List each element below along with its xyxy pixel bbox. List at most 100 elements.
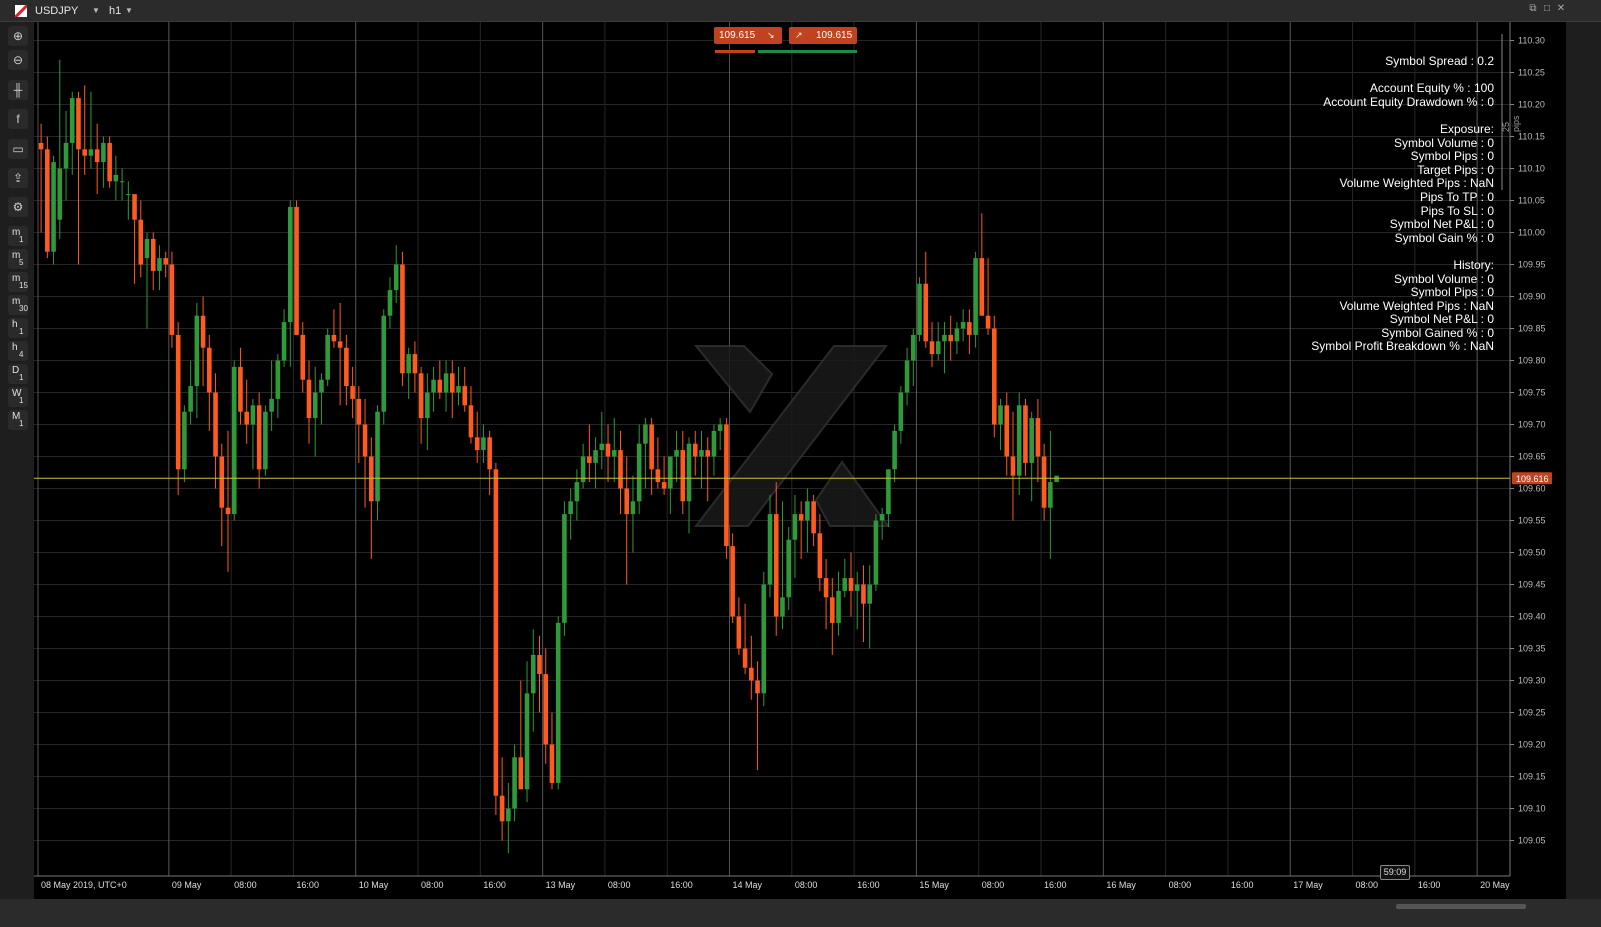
x-tick-label: 15 May	[919, 880, 949, 890]
symbol-dropdown-icon[interactable]: ▼	[92, 0, 100, 22]
stats-line: Account Equity Drawdown % : 0	[1323, 94, 1494, 109]
templates-icon[interactable]: ▭	[8, 139, 28, 159]
y-tick-label: 109.80	[1518, 356, 1546, 366]
stats-line: Target Pips : 0	[1417, 162, 1494, 177]
buy-depth-bar	[758, 50, 857, 53]
settings-icon[interactable]: ⚙	[8, 197, 28, 217]
x-tick-label: 16:00	[857, 880, 880, 890]
broker-logo-icon	[15, 5, 27, 17]
y-tick-label: 109.20	[1518, 740, 1546, 750]
chart-scrollbar[interactable]	[0, 899, 1601, 927]
timeframe-selector[interactable]: h1	[109, 0, 121, 22]
timeframe-button-M1[interactable]: M1	[8, 410, 28, 430]
sell-price: 109.615	[719, 30, 756, 41]
stats-line: Symbol Net P&L : 0	[1389, 312, 1494, 327]
x-tick-label: 14 May	[733, 880, 763, 890]
stats-line: Symbol Gained % : 0	[1381, 325, 1494, 340]
facebook-icon[interactable]: f	[8, 109, 28, 129]
sell-button[interactable]: 109.615 ↘	[714, 27, 782, 44]
timeframe-button-m15[interactable]: m 15	[8, 272, 28, 292]
x-tick-label: 08:00	[795, 880, 818, 890]
y-tick-label: 110.15	[1518, 132, 1545, 142]
x-tick-label: 16 May	[1106, 880, 1136, 890]
right-panel-strip	[1566, 22, 1601, 899]
candle	[991, 315, 997, 438]
timeframe-button-D1[interactable]: D1	[8, 364, 28, 384]
y-tick-label: 109.70	[1518, 420, 1546, 430]
chart-type-icon[interactable]: ╫	[8, 80, 28, 100]
x-tick-label: 16:00	[1418, 880, 1441, 890]
timeframe-number: 4	[19, 350, 24, 359]
timeframe-button-W1[interactable]: W1	[8, 387, 28, 407]
timeframe-button-h1[interactable]: h1	[8, 318, 28, 338]
candle	[294, 200, 299, 335]
candle	[555, 616, 561, 790]
stats-line: Symbol Spread : 0.2	[1385, 54, 1494, 68]
stats-line: Symbol Pips : 0	[1410, 285, 1494, 300]
timeframe-button-m1[interactable]: m1	[8, 226, 28, 246]
bar-countdown-timer: 59:09	[1380, 865, 1410, 880]
timeframe-value: h1	[109, 5, 122, 17]
timeframe-button-m30[interactable]: m 30	[8, 295, 28, 315]
timeframe-button-m5[interactable]: m5	[8, 249, 28, 269]
x-tick-label: 08:00	[1356, 880, 1379, 890]
timeframe-number: 1	[19, 235, 24, 244]
candle	[973, 251, 978, 348]
stats-line	[1311, 109, 1494, 123]
stats-line: Symbol Profit Breakdown % : NaN	[1311, 339, 1494, 354]
candle	[873, 514, 879, 591]
candle	[400, 251, 405, 387]
y-tick-label: 110.05	[1518, 196, 1545, 206]
stats-line: History:	[1453, 257, 1494, 272]
share-icon[interactable]: ⇪	[8, 168, 28, 188]
y-tick-label: 110.25	[1518, 68, 1545, 78]
timeframe-dropdown-icon[interactable]: ▼	[125, 0, 133, 22]
y-tick-label: 109.05	[1518, 836, 1546, 846]
x-tick-label: 20 May	[1480, 880, 1510, 890]
detach-icon[interactable]: ⧉	[1528, 4, 1538, 14]
y-tick-label: 109.15	[1518, 772, 1546, 782]
y-tick-label: 109.55	[1518, 516, 1546, 526]
x-tick-label: 08:00	[982, 880, 1005, 890]
y-tick-label: 110.00	[1518, 228, 1545, 238]
candle	[263, 405, 268, 476]
buy-price: 109.615	[816, 30, 853, 41]
y-tick-label: 109.35	[1518, 644, 1546, 654]
chart-header-bar: USDJPY ▼ h1 ▼ ⧉ □ ✕	[0, 0, 1601, 22]
x-tick-label: 16:00	[483, 880, 506, 890]
chart-area[interactable]: 110.30 110.25 110.20 110.15 110.10 110.05 110.…	[34, 22, 1566, 899]
candle	[761, 571, 767, 707]
maximize-icon[interactable]: □	[1542, 4, 1552, 14]
candle	[51, 155, 56, 265]
x-tick-label: 08 May 2019, UTC+0	[41, 880, 127, 890]
y-tick-label: 109.60	[1518, 484, 1546, 494]
y-tick-label: 109.95	[1518, 260, 1546, 270]
buy-button[interactable]: ↗ 109.615	[789, 27, 857, 44]
stats-line: Exposure:	[1439, 121, 1494, 136]
candle	[231, 360, 237, 521]
close-icon[interactable]: ✕	[1556, 4, 1566, 14]
zoom-in-icon[interactable]: ⊕	[8, 26, 28, 46]
x-tick-label: 08:00	[1169, 880, 1192, 890]
stats-line	[1311, 69, 1494, 83]
chart-toolbar: ⊕ ⊖ ╫ f ▭ ⇪ ⚙ m 1 m 5 m 15 m 30 h 1 h 4 D 1 W 1 M 1	[0, 22, 34, 899]
candle	[917, 277, 922, 342]
timeframe-button-h4[interactable]: h4	[8, 341, 28, 361]
symbol-selector[interactable]: USDJPY	[35, 0, 78, 22]
x-tick-label: 16:00	[1231, 880, 1254, 890]
timeframe-letter: h	[12, 319, 18, 330]
x-tick-label: 17 May	[1293, 880, 1323, 890]
stats-line: Symbol Net P&L : 0	[1389, 217, 1494, 232]
timeframe-number: 15	[19, 281, 28, 290]
y-tick-label: 110.30	[1518, 36, 1545, 46]
scrollbar-thumb[interactable]	[1396, 904, 1526, 909]
y-tick-label: 110.20	[1518, 100, 1545, 110]
zoom-out-icon[interactable]: ⊖	[8, 50, 28, 70]
current-price-label: 109.616	[1516, 474, 1549, 484]
y-tick-label: 109.65	[1518, 452, 1546, 462]
timeframe-number: 1	[19, 396, 24, 405]
stats-line: Pips To SL : 0	[1420, 203, 1494, 218]
x-tick-label: 16:00	[670, 880, 693, 890]
candle	[493, 462, 499, 815]
timeframe-number: 5	[19, 258, 24, 267]
